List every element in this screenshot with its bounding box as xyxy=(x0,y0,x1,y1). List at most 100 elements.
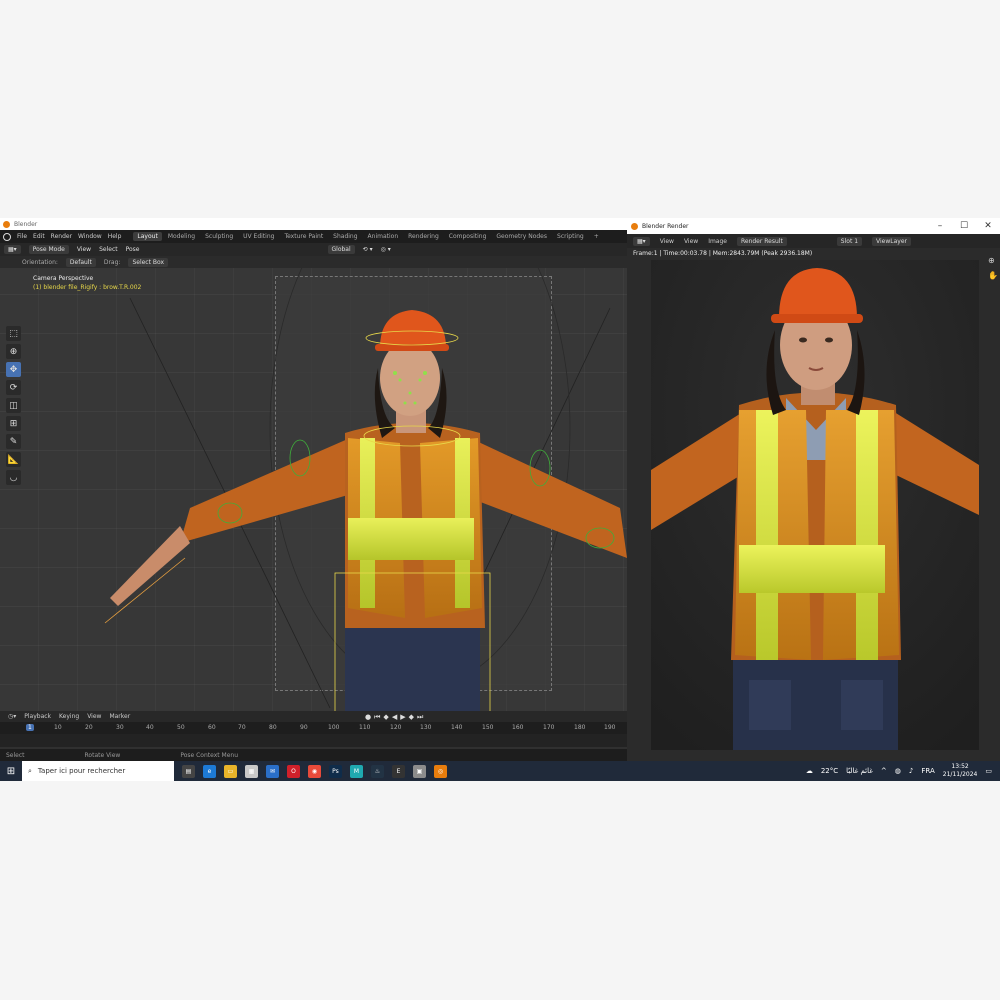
next-key-icon[interactable]: ◆ xyxy=(409,713,414,722)
weather-icon[interactable]: ☁ xyxy=(806,767,813,775)
rotate-icon[interactable]: ⟳ xyxy=(6,380,21,395)
steam-icon[interactable]: ♨ xyxy=(371,764,384,778)
rigged-character[interactable] xyxy=(0,268,627,723)
prev-key-icon[interactable]: ◆ xyxy=(383,713,388,722)
image-editor-type-icon[interactable]: ▦▾ xyxy=(633,236,650,246)
opera-icon[interactable]: O xyxy=(287,764,300,778)
taskbar-search[interactable]: ⌕ Taper ici pour rechercher xyxy=(22,761,174,781)
frame-ruler[interactable]: 1 10 20 30 40 50 60 70 80 90 100 110 120… xyxy=(0,722,627,734)
volume-icon[interactable]: ♪ xyxy=(909,767,913,775)
snap-icon[interactable]: ⟲ ▾ xyxy=(363,246,373,253)
tab-geometry-nodes[interactable]: Geometry Nodes xyxy=(492,232,551,241)
menu-edit[interactable]: Edit xyxy=(33,233,45,240)
search-icon: ⌕ xyxy=(28,766,32,775)
slot-select[interactable]: Slot 1 xyxy=(836,236,863,246)
blender-taskbar-icon[interactable]: ◎ xyxy=(434,764,447,778)
minimize-icon[interactable]: – xyxy=(928,221,952,231)
maximize-icon[interactable]: ☐ xyxy=(952,221,976,231)
network-icon[interactable]: ◍ xyxy=(895,767,901,775)
render-view-menu-2[interactable]: View xyxy=(684,238,698,245)
tab-texture-paint[interactable]: Texture Paint xyxy=(280,232,327,241)
blender-logo-icon xyxy=(3,220,10,228)
menu-file[interactable]: File xyxy=(17,233,27,240)
mail-icon[interactable]: ✉ xyxy=(266,764,279,778)
timeline-keying[interactable]: Keying xyxy=(59,713,79,720)
timeline-playback[interactable]: Playback xyxy=(24,713,51,720)
move-icon[interactable]: ✥ xyxy=(6,362,21,377)
maya-icon[interactable]: M xyxy=(350,764,363,778)
clock[interactable]: 13:52 21/11/2024 xyxy=(943,763,978,779)
blender-window: Blender File Edit Render Window Help Lay… xyxy=(0,218,627,761)
header-view[interactable]: View xyxy=(77,246,91,253)
photoshop-icon[interactable]: Ps xyxy=(329,764,342,778)
file-explorer-icon[interactable]: ▭ xyxy=(224,764,237,778)
tab-compositing[interactable]: Compositing xyxy=(445,232,491,241)
image-editor-header: ▦▾ View View Image Render Result Slot 1 … xyxy=(627,234,1000,248)
transform-icon[interactable]: ⊞ xyxy=(6,416,21,431)
menu-help[interactable]: Help xyxy=(108,233,122,240)
edge-icon[interactable]: e xyxy=(203,764,216,778)
render-view-menu-1[interactable]: View xyxy=(660,238,674,245)
task-view-icon[interactable]: ▤ xyxy=(182,764,195,778)
render-character xyxy=(651,260,979,750)
play-reverse-icon[interactable]: ◀ xyxy=(392,713,397,722)
select-box-icon[interactable]: ⬚ xyxy=(6,326,21,341)
zoom-icon[interactable]: ⊕ xyxy=(988,256,998,265)
menu-render[interactable]: Render xyxy=(51,233,72,240)
timeline-editor-icon[interactable]: ◷▾ xyxy=(8,713,16,720)
tick-label: 140 xyxy=(451,724,463,731)
tab-layout[interactable]: Layout xyxy=(133,232,162,241)
transform-orientation[interactable]: Global xyxy=(327,245,355,254)
drag-select[interactable]: Select Box xyxy=(128,257,169,267)
tick-label: 180 xyxy=(574,724,586,731)
relax-icon[interactable]: ◡ xyxy=(6,470,21,485)
mode-selector[interactable]: Pose Mode xyxy=(28,245,69,254)
current-frame[interactable]: 1 xyxy=(26,724,34,731)
tick-label: 130 xyxy=(420,724,432,731)
store-icon[interactable]: ▦ xyxy=(245,764,258,778)
tray-chevron-icon[interactable]: ^ xyxy=(881,767,887,775)
taskbar: ⊞ ⌕ Taper ici pour rechercher ▤ e ▭ ▦ ✉ … xyxy=(0,761,1000,781)
jump-start-icon[interactable]: ⏮ xyxy=(374,713,380,722)
tab-modeling[interactable]: Modeling xyxy=(164,232,199,241)
cursor-icon[interactable]: ⊕ xyxy=(6,344,21,359)
app-icon[interactable]: ▣ xyxy=(413,764,426,778)
weather-temp[interactable]: 22°C xyxy=(821,767,838,775)
editor-type-icon[interactable]: ▦▾ xyxy=(4,245,21,254)
workspace-tabs: Layout Modeling Sculpting UV Editing Tex… xyxy=(133,232,602,241)
close-icon[interactable]: ✕ xyxy=(976,221,1000,231)
jump-end-icon[interactable]: ⏭ xyxy=(417,713,423,722)
menu-window[interactable]: Window xyxy=(78,233,102,240)
orientation-label: Orientation: xyxy=(22,258,58,266)
notification-icon[interactable]: ▭ xyxy=(985,767,992,775)
tab-scripting[interactable]: Scripting xyxy=(553,232,588,241)
render-result-select[interactable]: Render Result xyxy=(736,236,787,246)
tab-uv-editing[interactable]: UV Editing xyxy=(239,232,278,241)
tab-shading[interactable]: Shading xyxy=(329,232,361,241)
render-image-menu[interactable]: Image xyxy=(708,238,727,245)
scale-icon[interactable]: ◫ xyxy=(6,398,21,413)
annotate-icon[interactable]: ✎ xyxy=(6,434,21,449)
language-indicator[interactable]: FRA xyxy=(921,767,934,775)
record-icon[interactable]: ● xyxy=(365,713,371,722)
header-select[interactable]: Select xyxy=(99,246,118,253)
blender-menu-icon[interactable] xyxy=(3,232,11,241)
3d-viewport[interactable]: Camera Perspective (1) blender file_Rigi… xyxy=(0,268,627,723)
add-workspace-icon[interactable]: + xyxy=(590,232,603,241)
chrome-icon[interactable]: ◉ xyxy=(308,764,321,778)
viewlayer-select[interactable]: ViewLayer xyxy=(872,236,911,246)
measure-icon[interactable]: 📐 xyxy=(6,452,21,467)
epic-games-icon[interactable]: E xyxy=(392,764,405,778)
pan-icon[interactable]: ✋ xyxy=(988,271,998,280)
tab-sculpting[interactable]: Sculpting xyxy=(201,232,237,241)
tab-rendering[interactable]: Rendering xyxy=(404,232,443,241)
timeline-marker[interactable]: Marker xyxy=(109,713,130,720)
render-result-image[interactable] xyxy=(651,260,979,750)
tab-animation[interactable]: Animation xyxy=(364,232,403,241)
windows-start-icon[interactable]: ⊞ xyxy=(0,761,22,781)
proportional-icon[interactable]: ◎ ▾ xyxy=(381,246,391,253)
orientation-select[interactable]: Default xyxy=(65,257,96,267)
timeline-view[interactable]: View xyxy=(87,713,101,720)
header-pose[interactable]: Pose xyxy=(126,246,140,253)
play-icon[interactable]: ▶ xyxy=(400,713,405,722)
